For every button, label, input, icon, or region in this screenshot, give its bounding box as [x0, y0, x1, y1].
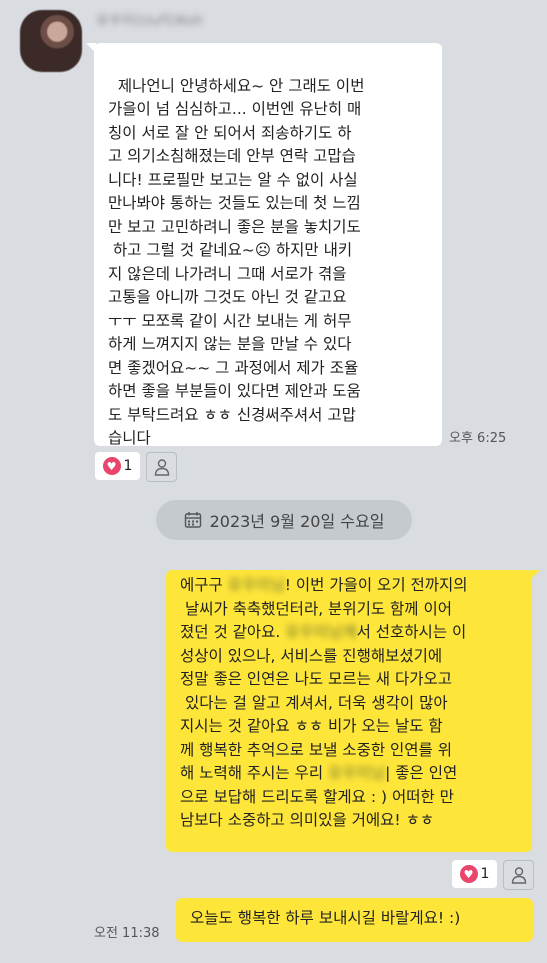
- outgoing-message-bubble[interactable]: 오늘도 행복한 하루 보내시길 바랄게요! :): [176, 898, 533, 942]
- incoming-reaction-count: 1: [123, 458, 133, 474]
- outgoing-reaction-badge[interactable]: ♥ 1: [452, 860, 497, 888]
- outgoing-reaction-count: 1: [480, 866, 490, 882]
- outgoing-message-text: 에구구: [180, 576, 228, 594]
- redacted-name: 유우미님: [328, 764, 386, 782]
- outgoing-message-time: 오전 11:38: [94, 926, 160, 941]
- person-icon: [511, 867, 527, 884]
- date-divider-text: 2023년 9월 20일 수요일: [209, 512, 385, 531]
- incoming-reaction-badge[interactable]: ♥ 1: [95, 452, 140, 480]
- heart-icon: ♥: [459, 865, 478, 883]
- heart-icon: ♥: [102, 457, 121, 475]
- outgoing-message-text: 서 선호하시는 이 성상이 있으나, 서비스를 진행해보셨기에 정말 좋은 인연…: [180, 623, 467, 782]
- add-reaction-button[interactable]: [503, 860, 534, 890]
- incoming-message-text: 제나언니 안녕하세요~ 안 그래도 이번 가을이 넘 심심하고... 이번엔 유…: [108, 76, 365, 448]
- incoming-message-bubble[interactable]: 제나언니 안녕하세요~ 안 그래도 이번 가을이 넘 심심하고... 이번엔 유…: [86, 43, 442, 448]
- calendar-icon: [184, 512, 201, 528]
- sender-avatar[interactable]: [20, 10, 82, 72]
- date-divider: 2023년 9월 20일 수요일: [156, 500, 412, 540]
- redacted-name: 유우미님께: [285, 623, 357, 641]
- redacted-name: 유우미님: [227, 576, 285, 594]
- incoming-message-time: 오후 6:25: [449, 431, 507, 446]
- sender-name: 유우미(Uu미)Koh: [96, 13, 204, 29]
- person-icon: [154, 459, 170, 476]
- outgoing-message-bubble[interactable]: 에구구 유우미님! 이번 가을이 오기 전까지의 날씨가 축축했던터라, 분위기…: [166, 570, 540, 852]
- add-reaction-button[interactable]: [146, 452, 177, 482]
- outgoing-message-text: 오늘도 행복한 하루 보내시길 바랄게요! :): [190, 909, 461, 927]
